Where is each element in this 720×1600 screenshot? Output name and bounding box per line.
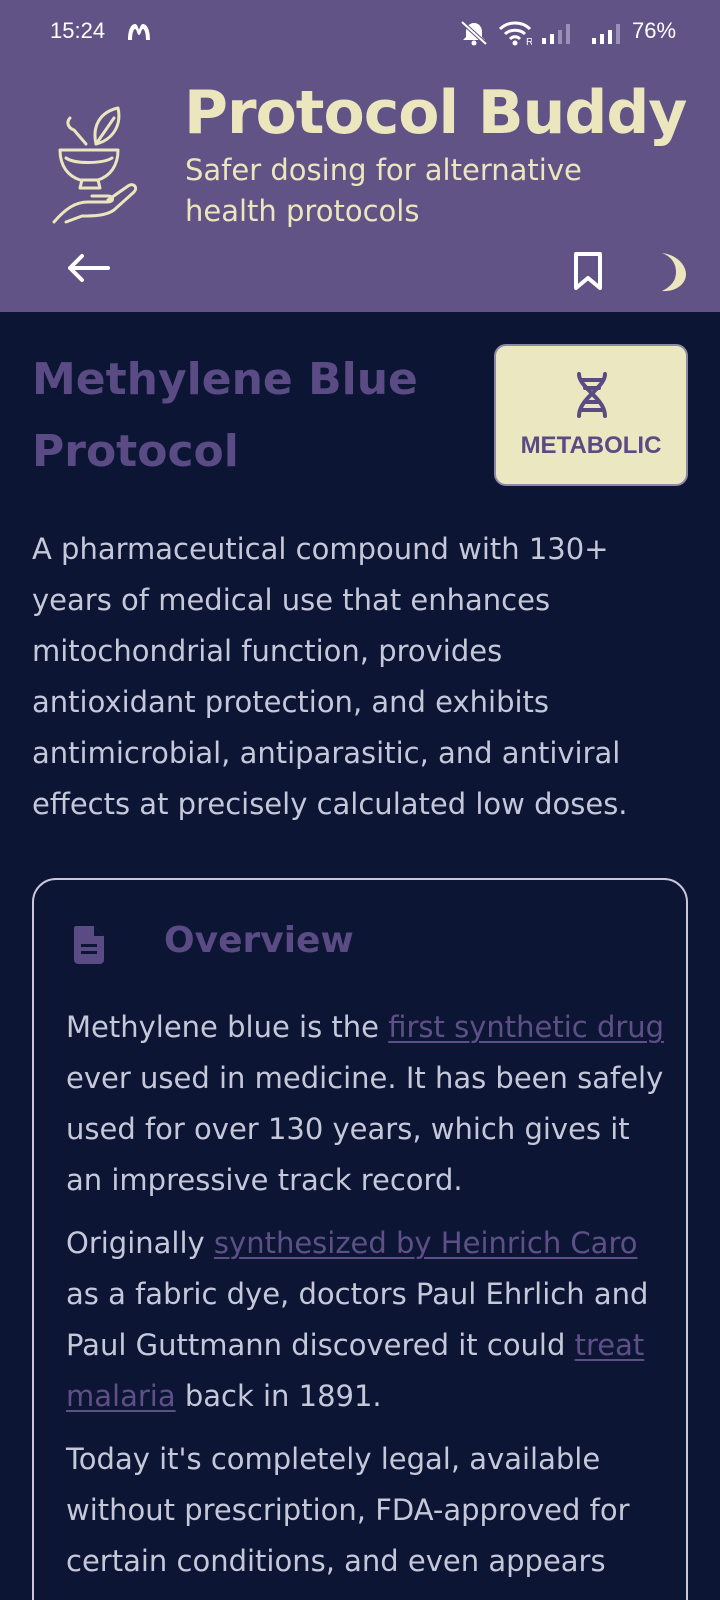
mute-icon (460, 20, 488, 46)
signal-icon (592, 24, 620, 44)
overview-paragraph-3: Today it's completely legal, available w… (66, 1442, 630, 1578)
protocol-title: Methylene Blue Protocol (32, 354, 418, 477)
document-icon (74, 926, 104, 964)
bookmark-button[interactable] (570, 250, 606, 294)
mortar-pestle-hand-icon (52, 106, 138, 224)
status-time: 15:24 (50, 18, 106, 43)
overview-text: ever used in medicine. It has been safel… (66, 1061, 664, 1197)
category-label: METABOLIC (520, 432, 662, 459)
theme-toggle-button[interactable] (650, 250, 690, 294)
heinrich-caro-link[interactable]: synthesized by Heinrich Caro (214, 1226, 638, 1260)
battery-level: 76% (632, 18, 677, 43)
overview-text: Originally (66, 1226, 214, 1260)
dna-icon (577, 372, 607, 418)
app-title: Protocol Buddy (184, 78, 687, 148)
overview-paragraph-1: Methylene blue is the first synthetic dr… (66, 1002, 666, 1206)
overview-body: Methylene blue is the first synthetic dr… (66, 1002, 666, 1599)
first-synthetic-drug-link[interactable]: first synthetic drug (388, 1010, 664, 1044)
app-notification-icon (128, 24, 150, 40)
overview-card: Overview Methylene blue is the first syn… (32, 878, 688, 1600)
overview-heading-text: Overview (164, 920, 354, 961)
protocol-intro: A pharmaceutical compound with 130+ year… (32, 532, 628, 821)
back-button[interactable] (62, 248, 114, 288)
overview-text: Methylene blue is the (66, 1010, 389, 1044)
status-bar: 15:24 R 76% (0, 0, 720, 64)
signal-icon (542, 24, 570, 44)
overview-text: back in 1891. (175, 1379, 382, 1413)
app-subtitle: Safer dosing for alternative health prot… (185, 153, 582, 228)
svg-text:R: R (526, 37, 532, 46)
wifi-icon: R (498, 21, 532, 46)
overview-paragraph-2: Originally synthesized by Heinrich Caro … (66, 1218, 666, 1422)
app-header: 15:24 R 76% Protocol Buddy Safer dosing … (0, 0, 720, 312)
overview-text: as a fabric dye, doctors Paul Ehrlich an… (66, 1277, 649, 1362)
category-badge: METABOLIC (494, 344, 688, 486)
